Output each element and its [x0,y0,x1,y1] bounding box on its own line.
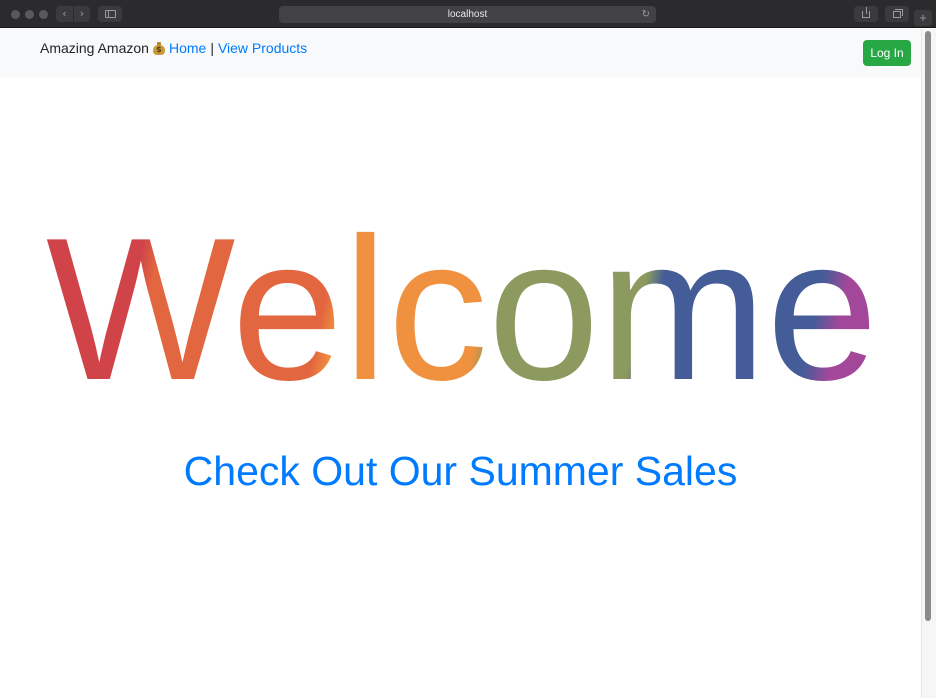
site-navbar: Amazing Amazon $ Home | View Products Log In [0,29,921,77]
welcome-text: Welcome [46,227,878,402]
nav-separator: | [210,40,214,56]
address-bar[interactable]: localhost ↻ [279,6,656,23]
welcome-banner: Welcome [40,227,885,402]
navbar-brand-row: Amazing Amazon $ Home | View Products [40,39,307,57]
forward-button[interactable]: › [73,6,90,22]
share-icon [862,7,870,18]
summer-sales-headline[interactable]: Check Out Our Summer Sales [0,447,921,495]
back-button[interactable]: ‹ [56,6,73,22]
sidebar-icon [105,10,116,18]
close-window-button[interactable] [11,10,20,19]
tab-overview-button[interactable] [885,6,909,22]
vertical-scrollbar[interactable] [921,29,936,698]
minimize-window-button[interactable] [25,10,34,19]
share-button[interactable] [854,6,878,22]
reload-icon[interactable]: ↻ [642,6,650,23]
chevron-left-icon: ‹ [62,7,67,20]
login-button[interactable]: Log In [863,40,911,66]
new-tab-button[interactable]: + [914,10,932,26]
chevron-right-icon: › [79,7,85,20]
zoom-window-button[interactable] [39,10,48,19]
brand-name: Amazing Amazon [40,40,149,56]
welcome-graphic: Welcome [46,227,878,402]
url-text: localhost [447,9,488,20]
browser-window: ‹ › localhost ↻ + Amazing Amazon $ Home | Vi… [0,0,936,698]
money-bag-icon: $ [152,42,165,55]
browser-toolbar: ‹ › localhost ↻ + [0,0,936,28]
sidebar-toggle-button[interactable] [98,6,122,22]
nav-link-view-products[interactable]: View Products [218,40,307,56]
page-content: Amazing Amazon $ Home | View Products Log In [0,29,921,698]
scrollbar-thumb[interactable] [925,31,931,621]
tabs-icon [893,9,903,18]
nav-link-home[interactable]: Home [169,40,206,56]
